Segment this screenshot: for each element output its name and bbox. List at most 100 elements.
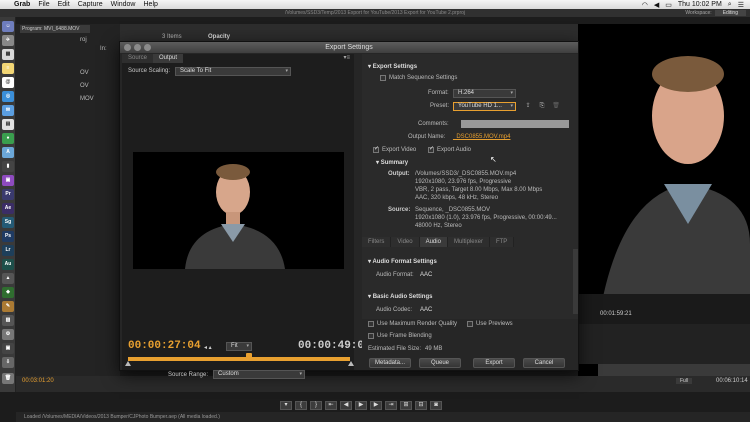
close-button[interactable] (124, 44, 131, 51)
settings-scrollbar[interactable] (573, 249, 578, 314)
tab-filters[interactable]: Filters (362, 237, 392, 247)
notes-icon[interactable]: ≡ (2, 63, 14, 74)
menu-clock[interactable]: Thu 10:02 PM (678, 1, 722, 8)
export-audio-checkbox[interactable] (428, 145, 434, 153)
menu-capture[interactable]: Capture (78, 0, 103, 9)
list-item[interactable]: MOV (80, 96, 94, 102)
dock-icon-2[interactable]: ▲ (2, 273, 14, 284)
export-settings-section[interactable]: ▾ Export Settings (368, 63, 417, 70)
system-prefs-icon[interactable]: ⚙ (2, 329, 14, 340)
audition-icon[interactable]: Au (2, 259, 14, 270)
tab-ftp[interactable]: FTP (489, 237, 515, 247)
mail-icon[interactable]: ✉ (2, 105, 14, 116)
safari-icon[interactable]: ◎ (2, 91, 14, 102)
overwrite-icon[interactable]: ⊟ (415, 401, 427, 410)
comments-field[interactable] (461, 120, 569, 128)
notifications-icon[interactable]: ☰ (738, 1, 744, 9)
list-item[interactable]: OV (80, 70, 89, 76)
audio-format-value[interactable]: AAC (420, 272, 432, 278)
queue-button[interactable]: Queue (419, 358, 461, 368)
play-icon[interactable]: ▶ (355, 401, 367, 410)
zoom-fit-dropdown[interactable]: Fit ▾ (226, 342, 252, 351)
match-sequence-checkbox[interactable] (380, 75, 386, 81)
mark-in-icon[interactable]: ▾ (280, 401, 292, 410)
preview-icon[interactable]: ▤ (2, 119, 14, 130)
lightroom-icon[interactable]: Lr (2, 245, 14, 256)
source-range-dropdown[interactable]: Custom ▾ (213, 370, 306, 379)
minimize-button[interactable] (134, 44, 141, 51)
export-video-checkbox[interactable] (373, 145, 379, 153)
panel-menu-icon[interactable]: ▾≡ (343, 54, 350, 61)
zoom-dropdown[interactable]: Full (676, 378, 693, 384)
in-point-handle[interactable] (125, 361, 131, 366)
launchpad-icon[interactable]: ✈ (2, 35, 14, 46)
out-point-handle[interactable] (348, 361, 354, 366)
photoshop-icon[interactable]: Ps (2, 231, 14, 242)
messages-icon[interactable]: ● (2, 133, 14, 144)
wifi-icon[interactable]: ◠ (642, 1, 648, 9)
volume-icon[interactable]: ◀ (654, 1, 659, 9)
go-to-in-icon[interactable]: ⇤ (325, 401, 337, 410)
mark-out-icon[interactable]: { (295, 401, 307, 410)
dock-icon-5[interactable]: ▨ (2, 315, 14, 326)
tab-multiplexer[interactable]: Multiplexer (447, 237, 490, 247)
speedgrade-icon[interactable]: Sg (2, 217, 14, 228)
source-scaling-dropdown[interactable]: Scale To Fit ▾ (175, 66, 292, 76)
current-timecode[interactable]: 00:00:27:04 (128, 340, 201, 352)
menu-app-name[interactable]: Grab (14, 0, 30, 9)
frame-blending-checkbox[interactable] (368, 333, 374, 339)
audio-format-section[interactable]: ▾ Audio Format Settings (368, 258, 437, 265)
basic-audio-section[interactable]: ▾ Basic Audio Settings (368, 293, 432, 300)
tab-video[interactable]: Video (391, 237, 420, 247)
metadata-button[interactable]: Metadata... (369, 358, 411, 368)
set-in-point-icon[interactable]: ◂ ▴ (204, 344, 212, 351)
import-preset-icon[interactable]: ⎘ (538, 103, 546, 110)
dock-icon-3[interactable]: ◆ (2, 287, 14, 298)
mark-clip-icon[interactable]: } (310, 401, 322, 410)
tab-output[interactable]: Output (153, 54, 184, 63)
preset-dropdown[interactable]: YouTube HD 1... ▾ (453, 102, 516, 111)
use-previews-checkbox[interactable] (467, 321, 473, 327)
zoom-button[interactable] (144, 44, 151, 51)
format-dropdown[interactable]: H.264 ▾ (453, 89, 516, 98)
source-range-bar[interactable] (128, 357, 350, 361)
step-back-icon[interactable]: ◀ (340, 401, 352, 410)
menu-help[interactable]: Help (144, 0, 158, 9)
menu-edit[interactable]: Edit (58, 0, 70, 9)
export-button[interactable]: Export (473, 358, 515, 368)
app-store-icon[interactable]: A (2, 147, 14, 158)
insert-icon[interactable]: ⊞ (400, 401, 412, 410)
calendar-icon[interactable]: ▦ (2, 49, 14, 60)
export-frame-icon[interactable]: ◙ (430, 401, 442, 410)
step-forward-icon[interactable]: ▶ (370, 401, 382, 410)
menu-window[interactable]: Window (111, 0, 136, 9)
battery-icon[interactable]: ▭ (665, 1, 672, 9)
cancel-button[interactable]: Cancel (523, 358, 565, 368)
dock-icon-1[interactable]: ▣ (2, 175, 14, 186)
dock-icon-6[interactable]: ▣ (2, 343, 14, 354)
go-to-out-icon[interactable]: ⇥ (385, 401, 397, 410)
finder-icon[interactable]: ☺ (2, 21, 14, 32)
program-monitor-tab[interactable]: Program: MVI_6488.MOV (20, 25, 90, 33)
workspace-value[interactable]: Editing (714, 10, 746, 16)
output-name-link[interactable]: _DSC0855.MOV.mp4 (453, 134, 510, 140)
downloads-icon[interactable]: ⇩ (2, 357, 14, 368)
timeline-timecode[interactable]: 00:03:01:20 (22, 378, 54, 384)
tab-audio[interactable]: Audio (419, 237, 448, 247)
workspace-selector[interactable]: Workspace: Editing (685, 9, 746, 17)
spotlight-icon[interactable]: ⌕ (728, 1, 732, 9)
terminal-icon[interactable]: ▮ (2, 161, 14, 172)
audio-codec-value[interactable]: AAC (420, 307, 432, 313)
playhead[interactable] (246, 353, 252, 361)
after-effects-icon[interactable]: Ae (2, 203, 14, 214)
list-item[interactable]: OV (80, 83, 89, 89)
tab-source[interactable]: Source (122, 54, 154, 63)
dock-icon-4[interactable]: ✎ (2, 301, 14, 312)
contacts-icon[interactable]: @ (2, 77, 14, 88)
save-preset-icon[interactable]: ⇪ (524, 103, 532, 110)
menu-file[interactable]: File (38, 0, 49, 9)
trash-icon[interactable]: 🗑 (2, 373, 14, 384)
delete-preset-icon[interactable]: 🗑 (552, 103, 560, 110)
max-render-quality-checkbox[interactable] (368, 321, 374, 327)
premiere-icon[interactable]: Pr (2, 189, 14, 200)
